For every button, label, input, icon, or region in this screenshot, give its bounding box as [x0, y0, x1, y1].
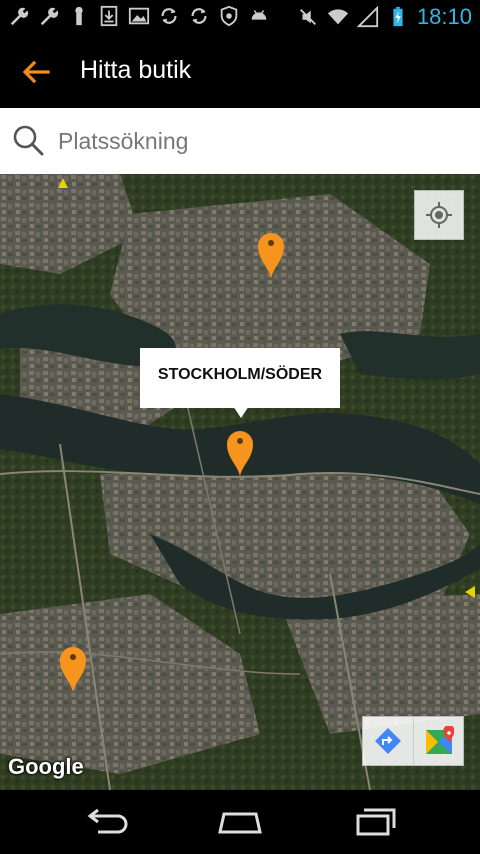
store-marker-north[interactable]: [256, 230, 286, 280]
mute-icon: [297, 5, 319, 29]
wrench-icon: [38, 4, 60, 28]
nav-recent-apps-button[interactable]: [346, 804, 402, 840]
search-icon[interactable]: [10, 122, 46, 158]
store-marker-soder[interactable]: [225, 428, 255, 478]
place-search-input[interactable]: [58, 122, 458, 160]
back-arrow-icon[interactable]: [18, 54, 54, 90]
status-bar: 18:10: [0, 0, 480, 34]
nav-home-button[interactable]: [212, 804, 268, 840]
battery-charging-icon: [387, 5, 409, 29]
info-window-label: STOCKHOLM/SÖDER: [157, 366, 323, 383]
wifi-icon: [327, 5, 349, 29]
usb-debug-icon: [68, 4, 90, 28]
google-attribution-logo: Google: [8, 754, 84, 779]
nav-recent-apps-icon: [356, 808, 396, 836]
shield-icon: [218, 4, 240, 28]
map-view[interactable]: STOCKHOLM/SÖDER Google: [0, 174, 480, 790]
wrench-icon: [8, 4, 30, 28]
google-maps-icon: [425, 726, 454, 754]
crosshair-icon: [426, 202, 452, 228]
download-icon: [98, 4, 120, 28]
action-bar: Hitta butik: [0, 34, 480, 108]
marker-info-window[interactable]: STOCKHOLM/SÖDER: [140, 348, 340, 418]
page-title: Hitta butik: [80, 56, 192, 84]
satellite-map-image: [0, 174, 480, 790]
nav-home-icon: [218, 812, 262, 834]
directions-button[interactable]: [363, 717, 413, 765]
open-google-maps-button[interactable]: [413, 717, 463, 765]
sync-icon: [158, 4, 180, 28]
nav-back-icon: [87, 808, 128, 834]
status-clock: 18:10: [416, 4, 472, 29]
signal-icon: [356, 5, 379, 29]
my-location-button[interactable]: [414, 190, 464, 240]
nav-back-button[interactable]: [78, 804, 134, 840]
info-window-pointer: [233, 406, 249, 418]
sync-icon: [188, 4, 210, 28]
map-toolbar: [362, 716, 464, 766]
store-marker-southwest[interactable]: [58, 644, 88, 694]
directions-icon: [375, 728, 401, 754]
search-bar: [0, 108, 480, 174]
image-icon: [128, 4, 150, 28]
android-icon: [248, 4, 270, 28]
system-nav-bar: [0, 790, 480, 854]
